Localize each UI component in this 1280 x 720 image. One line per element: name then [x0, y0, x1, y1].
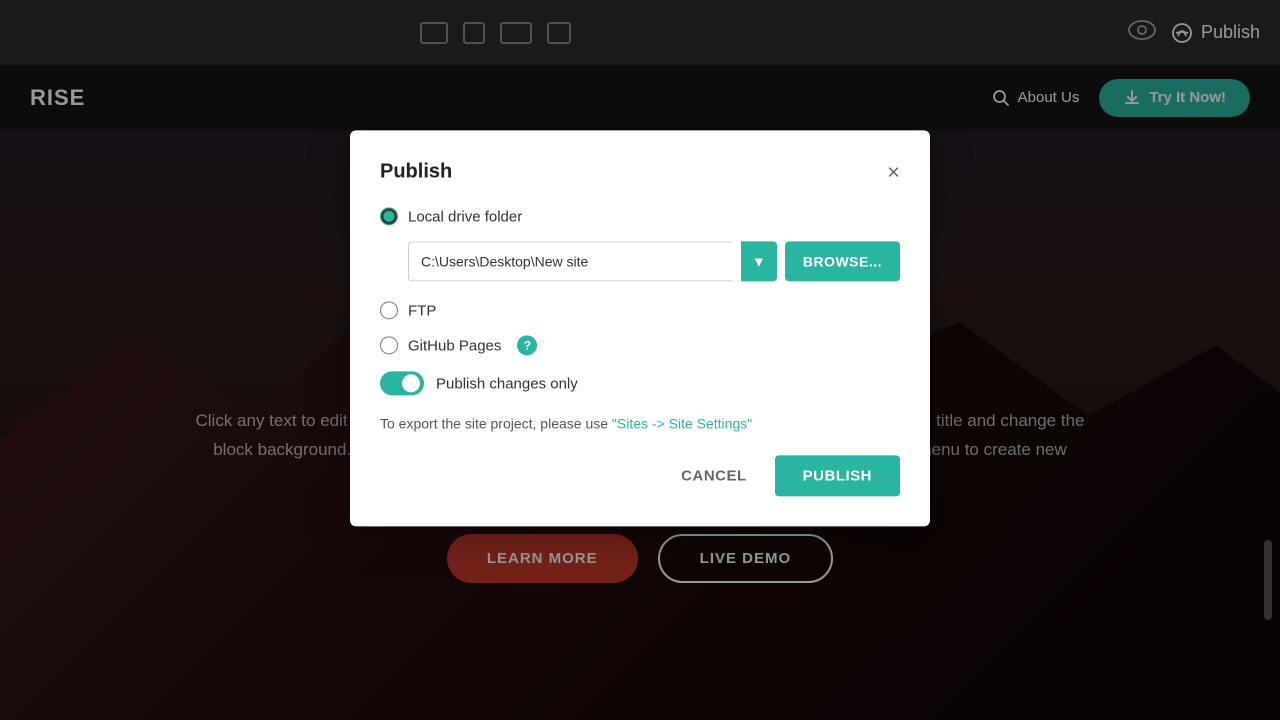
- close-button[interactable]: ×: [887, 161, 900, 183]
- github-help-badge[interactable]: ?: [517, 335, 537, 355]
- modal-header: Publish ×: [380, 160, 900, 183]
- export-note: To export the site project, please use "…: [380, 415, 900, 431]
- toggle-row: Publish changes only: [380, 371, 900, 395]
- ftp-option[interactable]: FTP: [380, 301, 900, 319]
- browse-button[interactable]: BROWSE...: [785, 241, 900, 281]
- export-note-prefix: To export the site project, please use: [380, 415, 612, 431]
- publish-changes-toggle[interactable]: [380, 371, 424, 395]
- dropdown-arrow-icon: ▼: [752, 253, 766, 269]
- toggle-slider: [380, 371, 424, 395]
- modal-footer: CANCEL PUBLISH: [380, 455, 900, 496]
- github-label: GitHub Pages: [408, 337, 501, 354]
- local-drive-radio[interactable]: [380, 207, 398, 225]
- local-drive-option[interactable]: Local drive folder: [380, 207, 900, 225]
- site-settings-link[interactable]: "Sites -> Site Settings": [612, 415, 752, 431]
- modal-title: Publish: [380, 160, 452, 183]
- path-input[interactable]: [408, 241, 733, 281]
- local-drive-label: Local drive folder: [408, 208, 522, 225]
- toggle-label: Publish changes only: [436, 375, 578, 392]
- path-row: ▼ BROWSE...: [408, 241, 900, 281]
- cancel-button[interactable]: CANCEL: [665, 457, 763, 494]
- publish-modal: Publish × Local drive folder ▼ BROWSE...…: [350, 130, 930, 526]
- github-pages-option[interactable]: GitHub Pages ?: [380, 335, 900, 355]
- path-dropdown-button[interactable]: ▼: [741, 241, 777, 281]
- ftp-label: FTP: [408, 302, 436, 319]
- ftp-radio[interactable]: [380, 301, 398, 319]
- github-radio[interactable]: [380, 336, 398, 354]
- publish-modal-button[interactable]: PUBLISH: [775, 455, 900, 496]
